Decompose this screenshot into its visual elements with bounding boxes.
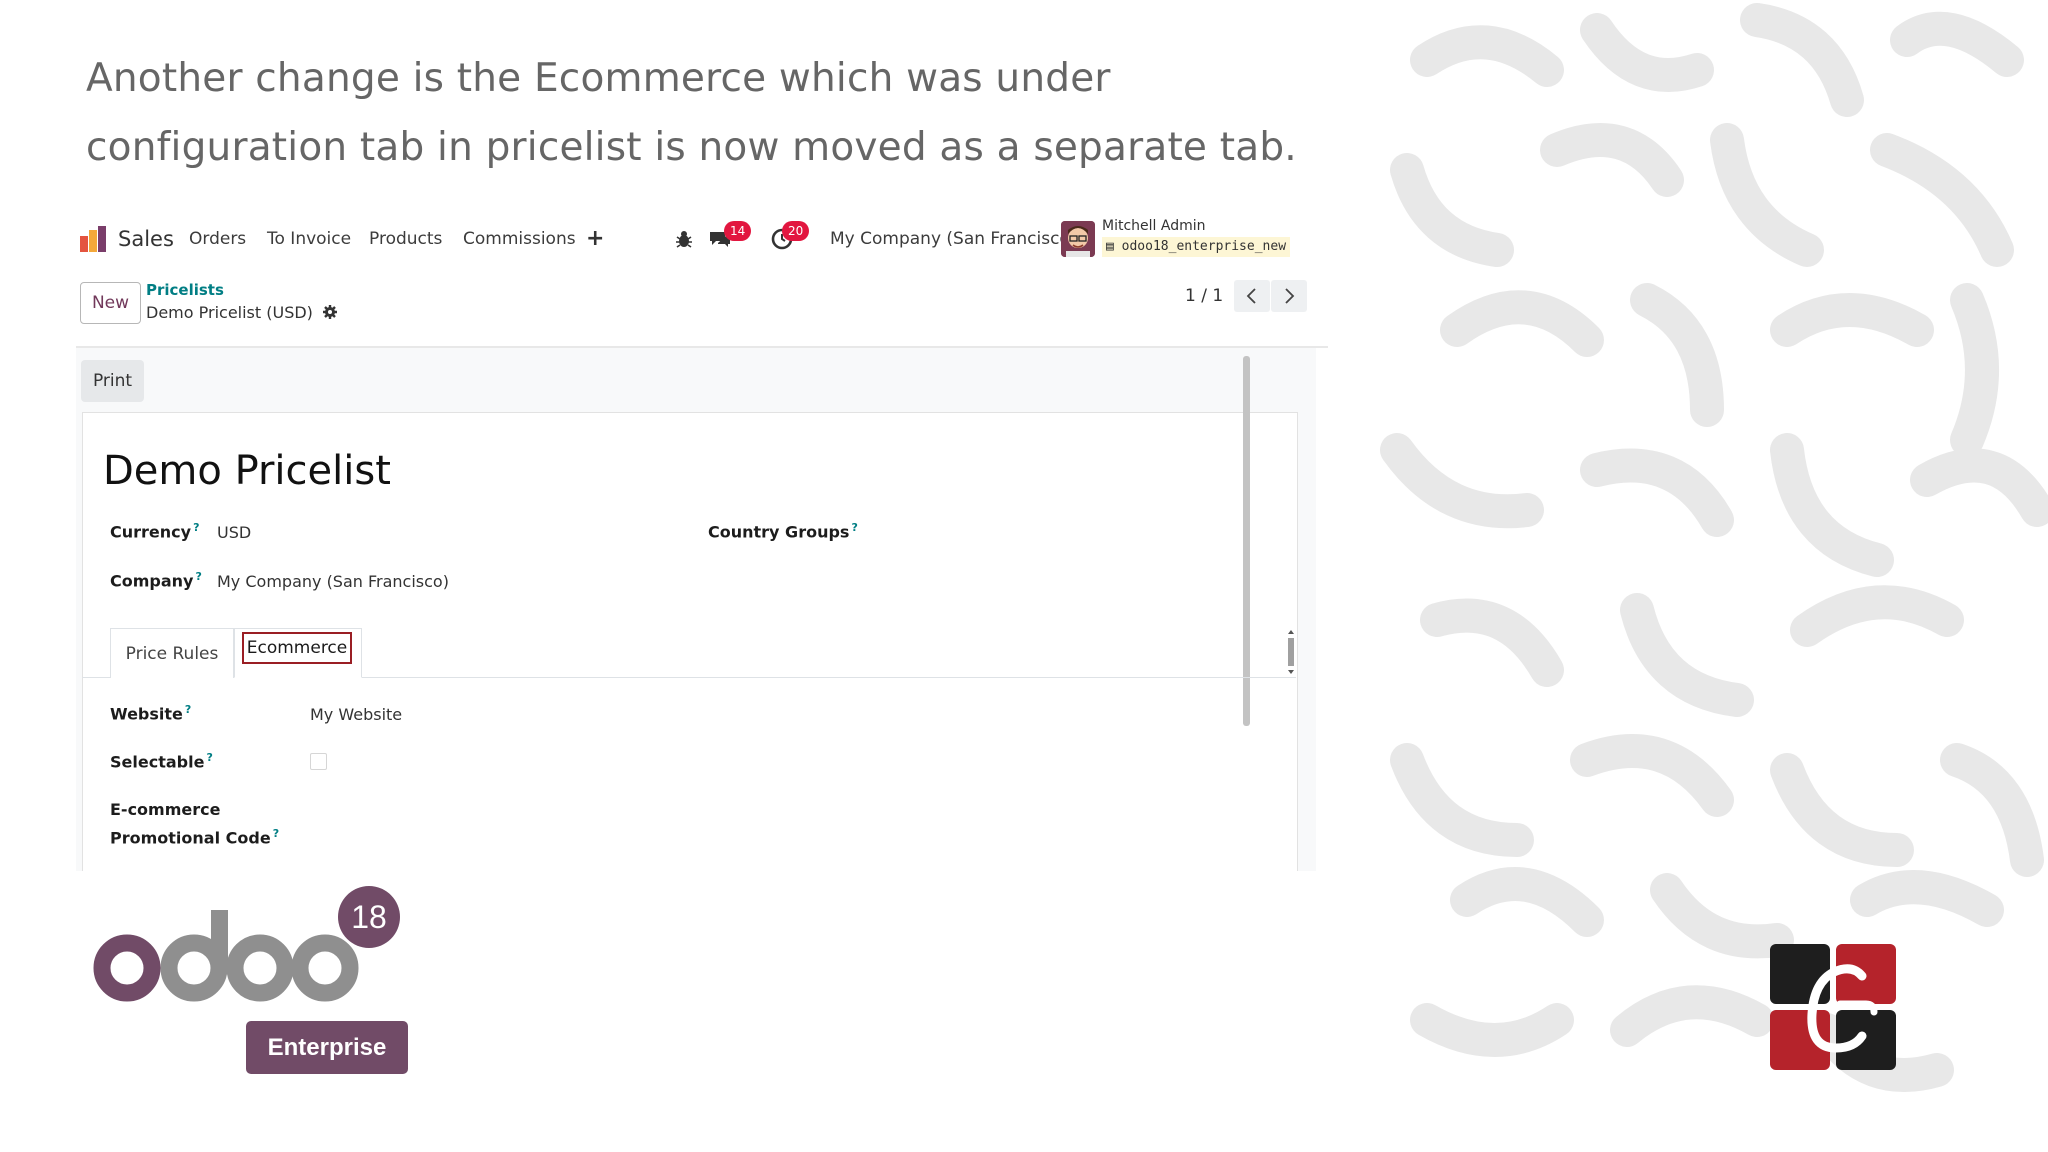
sales-app-icon[interactable] — [80, 226, 106, 252]
menu-commissions[interactable]: Commissions — [463, 214, 576, 264]
breadcrumb-pricelists-link[interactable]: Pricelists — [146, 281, 224, 299]
debug-bug-icon[interactable] — [672, 227, 696, 251]
website-field[interactable]: My Website — [310, 705, 402, 724]
company-label-text: Company — [110, 571, 194, 591]
decorative-pattern — [1367, 0, 2048, 1152]
record-title[interactable]: Demo Pricelist — [103, 448, 391, 494]
messages-icon[interactable]: 14 — [708, 221, 752, 251]
new-button[interactable]: New — [80, 282, 141, 324]
breadcrumb-current: Demo Pricelist (USD) — [146, 303, 338, 322]
help-icon[interactable]: ? — [851, 521, 857, 534]
pager-value[interactable]: 1 / 1 — [1185, 284, 1223, 308]
user-avatar[interactable] — [1061, 221, 1095, 257]
company-brand-logo — [1770, 944, 1896, 1070]
database-name: ▤ odoo18_enterprise_new — [1102, 237, 1291, 257]
promo-code-label-text: Promotional Code — [110, 828, 271, 848]
chevron-left-icon — [1246, 288, 1256, 304]
breadcrumb-current-label: Demo Pricelist (USD) — [146, 303, 313, 322]
currency-label: Currency? — [110, 521, 199, 541]
top-navbar: Sales Orders To Invoice Products Commiss… — [76, 214, 1316, 264]
tab-ecommerce-label: Ecommerce — [242, 632, 352, 664]
gear-icon[interactable] — [322, 304, 338, 320]
app-name[interactable]: Sales — [118, 214, 174, 264]
form-scrollbar[interactable] — [1243, 356, 1250, 726]
user-name[interactable]: Mitchell Admin — [1102, 218, 1206, 234]
add-menu-plus-icon[interactable]: + — [586, 214, 604, 264]
company-label: Company? — [110, 570, 202, 590]
selectable-checkbox[interactable] — [310, 753, 327, 770]
promo-code-label: Promotional Code? — [110, 827, 279, 847]
tab-ecommerce[interactable]: Ecommerce — [234, 628, 362, 678]
pager-next-button[interactable] — [1271, 280, 1307, 312]
website-label-text: Website — [110, 704, 183, 724]
tab-scroll-indicator[interactable] — [1287, 630, 1295, 674]
database-name-text: odoo18_enterprise_new — [1121, 239, 1287, 254]
chevron-right-icon — [1285, 288, 1295, 304]
print-button[interactable]: Print — [81, 360, 144, 402]
menu-products[interactable]: Products — [369, 214, 442, 264]
company-switcher[interactable]: My Company (San Francisco) — [830, 214, 1076, 264]
selectable-label: Selectable? — [110, 751, 213, 771]
slide-heading: Another change is the Ecommerce which wa… — [86, 56, 1297, 170]
selectable-label-text: Selectable — [110, 752, 205, 772]
help-icon[interactable]: ? — [206, 751, 212, 764]
pager-previous-button[interactable] — [1234, 280, 1270, 312]
country-groups-label: Country Groups? — [708, 521, 858, 541]
menu-orders[interactable]: Orders — [189, 214, 246, 264]
help-icon[interactable]: ? — [195, 570, 201, 583]
website-label: Website? — [110, 703, 191, 723]
menu-to-invoice[interactable]: To Invoice — [267, 214, 351, 264]
enterprise-badge: Enterprise — [246, 1021, 408, 1074]
form-view: Print — [76, 348, 1316, 871]
country-groups-label-text: Country Groups — [708, 522, 850, 542]
help-icon[interactable]: ? — [273, 827, 279, 840]
tab-price-rules[interactable]: Price Rules — [110, 628, 234, 678]
currency-field[interactable]: USD — [217, 523, 251, 542]
currency-label-text: Currency — [110, 522, 192, 542]
help-icon[interactable]: ? — [185, 703, 191, 716]
messages-count-badge: 14 — [724, 221, 752, 241]
activities-clock-icon[interactable]: 20 — [770, 221, 810, 251]
promo-code-label-line1: E-commerce — [110, 800, 221, 819]
company-field[interactable]: My Company (San Francisco) — [217, 572, 449, 591]
activities-count-badge: 20 — [782, 221, 810, 241]
help-icon[interactable]: ? — [193, 521, 199, 534]
version-badge: 18 — [338, 886, 400, 948]
